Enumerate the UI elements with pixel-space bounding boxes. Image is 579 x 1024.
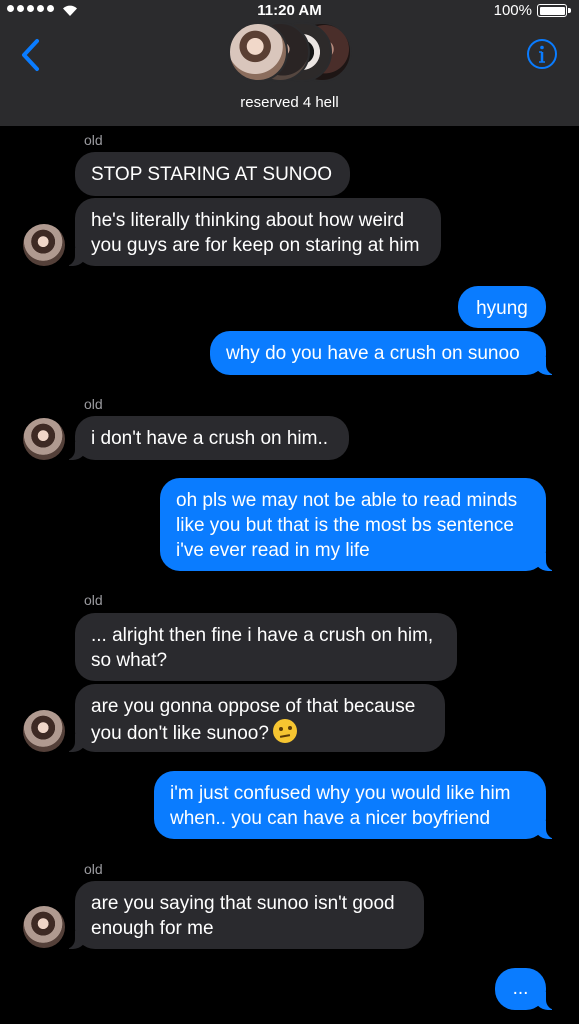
sender-name: old [84,592,103,608]
battery-percentage: 100% [493,2,532,19]
battery-icon [537,4,571,17]
info-icon[interactable] [526,38,558,70]
outgoing-message-bubble[interactable]: i'm just confused why you would like him… [154,771,556,839]
message-text: why do you have a crush on sunoo [226,343,520,364]
incoming-message-bubble[interactable]: ... alright then fine i have a crush on … [75,613,457,681]
outgoing-message-bubble[interactable]: ... [495,968,556,1010]
sender-name: old [84,396,103,412]
status-time: 11:20 AM [257,2,322,19]
message-text: are you saying that sunoo isn't good eno… [91,893,395,939]
message-text: are you gonna oppose of that because you… [91,696,416,744]
sender-avatar [23,906,65,948]
message-text: he's literally thinking about how weird … [91,210,420,256]
sender-name: old [84,861,103,877]
incoming-message-bubble[interactable]: are you saying that sunoo isn't good eno… [65,881,424,949]
outgoing-message-bubble[interactable]: hyung [458,286,546,328]
group-avatars[interactable] [228,22,353,82]
group-name[interactable]: reserved 4 hell [0,94,579,111]
sender-name: old [84,132,103,148]
message-text: i'm just confused why you would like him… [170,783,511,829]
avatar [228,22,288,82]
incoming-message-bubble[interactable]: he's literally thinking about how weird … [65,198,441,266]
message-text: hyung [476,298,528,319]
sender-avatar [23,418,65,460]
raised-eyebrow-emoji-icon [272,719,297,743]
message-text: ... alright then fine i have a crush on … [91,625,434,671]
outgoing-message-bubble[interactable]: why do you have a crush on sunoo [210,331,556,375]
message-text: STOP STARING AT SUNOO [91,164,333,185]
incoming-message-bubble[interactable]: STOP STARING AT SUNOO [75,152,350,196]
status-bar: 11:20 AM 100% [0,0,579,22]
sender-avatar [23,224,65,266]
sender-avatar [23,710,65,752]
message-text: oh pls we may not be able to read minds … [176,490,518,561]
outgoing-message-bubble[interactable]: oh pls we may not be able to read minds … [160,478,556,571]
back-chevron-icon[interactable] [18,38,44,72]
incoming-message-bubble[interactable]: i don't have a crush on him.. [65,416,349,460]
message-text: ... [512,978,529,999]
conversation-header: 11:20 AM 100% reserved 4 hell [0,0,579,126]
message-text: i don't have a crush on him.. [91,428,329,449]
incoming-message-bubble[interactable]: are you gonna oppose of that because you… [65,684,445,752]
